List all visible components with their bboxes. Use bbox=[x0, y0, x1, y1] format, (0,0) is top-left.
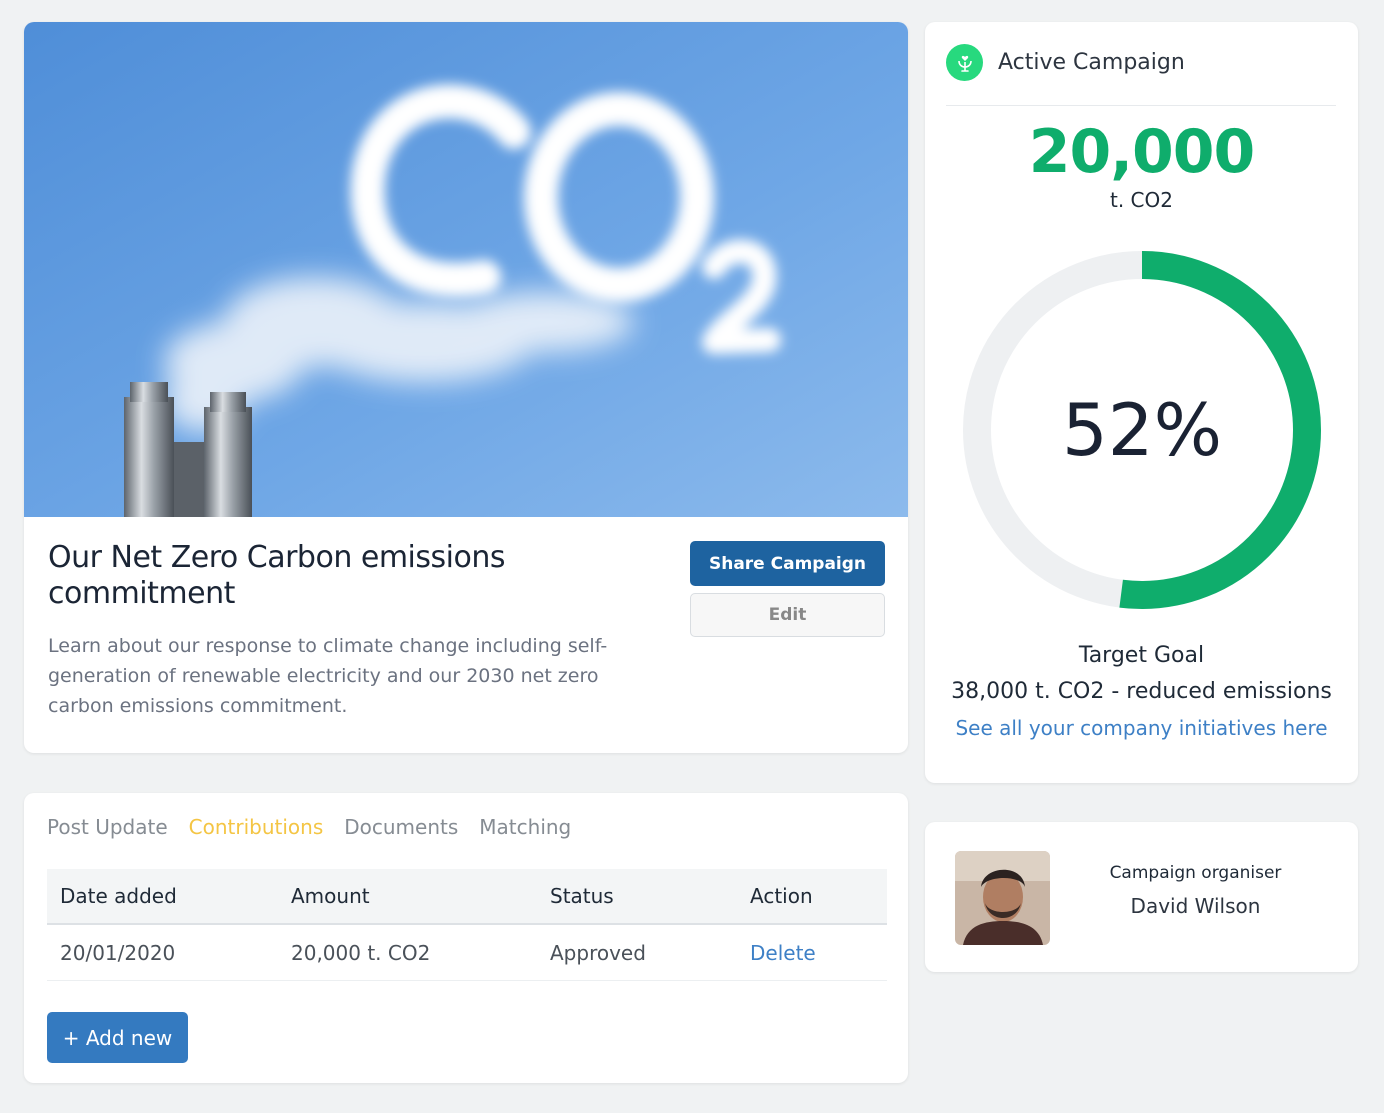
company-initiatives-link[interactable]: See all your company initiatives here bbox=[925, 716, 1358, 740]
header-date-added[interactable]: Date added bbox=[60, 884, 177, 908]
organiser-name: David Wilson bbox=[1130, 894, 1261, 918]
share-campaign-button[interactable]: Share Campaign bbox=[690, 541, 885, 586]
header-amount[interactable]: Amount bbox=[291, 884, 370, 908]
campaign-description: Learn about our response to climate chan… bbox=[48, 635, 608, 717]
edit-button[interactable]: Edit bbox=[690, 593, 885, 637]
header-action: Action bbox=[750, 884, 813, 908]
organiser-role: Campaign organiser bbox=[1109, 863, 1282, 883]
campaign-amount: 20,000 bbox=[1028, 117, 1256, 187]
table-row: 20/01/2020 20,000 t. CO2 Approved Delete bbox=[47, 925, 887, 981]
organiser-photo bbox=[955, 851, 1050, 945]
add-new-button[interactable]: + Add new bbox=[47, 1012, 188, 1063]
organiser-card: Campaign organiser David Wilson bbox=[925, 822, 1358, 972]
campaign-hero-image bbox=[24, 22, 908, 517]
table-header: Date added Amount Status Action bbox=[47, 869, 887, 925]
delete-link[interactable]: Delete bbox=[750, 941, 816, 965]
campaign-title: Our Net Zero Carbon emissions commitment bbox=[48, 540, 506, 611]
campaign-header: Active Campaign bbox=[946, 44, 1185, 81]
tab-matching[interactable]: Matching bbox=[479, 815, 571, 839]
header-status[interactable]: Status bbox=[550, 884, 614, 908]
divider bbox=[946, 105, 1336, 106]
active-campaign-card: Active Campaign 20,000 t. CO2 52% Target… bbox=[925, 22, 1358, 783]
row-date: 20/01/2020 bbox=[60, 940, 176, 965]
row-status: Approved bbox=[550, 940, 646, 965]
target-goal-value: 38,000 t. CO2 - reduced emissions bbox=[951, 679, 1332, 704]
tab-contributions[interactable]: Contributions bbox=[189, 815, 324, 839]
target-goal-label: Target Goal bbox=[1078, 643, 1205, 668]
campaign-unit: t. CO2 bbox=[1110, 188, 1173, 212]
tab-documents[interactable]: Documents bbox=[344, 815, 458, 839]
contributions-table: Date added Amount Status Action 20/01/20… bbox=[47, 869, 887, 981]
plant-heart-icon bbox=[946, 44, 983, 81]
tab-post-update[interactable]: Post Update bbox=[47, 815, 168, 839]
row-amount: 20,000 t. CO2 bbox=[291, 940, 431, 965]
contributions-card: Post Update Contributions Documents Matc… bbox=[24, 793, 908, 1083]
progress-percent: 52% bbox=[1061, 388, 1223, 472]
active-campaign-label: Active Campaign bbox=[998, 50, 1185, 75]
tab-bar: Post Update Contributions Documents Matc… bbox=[47, 815, 571, 839]
campaign-hero-card: Our Net Zero Carbon emissions commitment… bbox=[24, 22, 908, 753]
avatar[interactable] bbox=[955, 851, 1050, 945]
